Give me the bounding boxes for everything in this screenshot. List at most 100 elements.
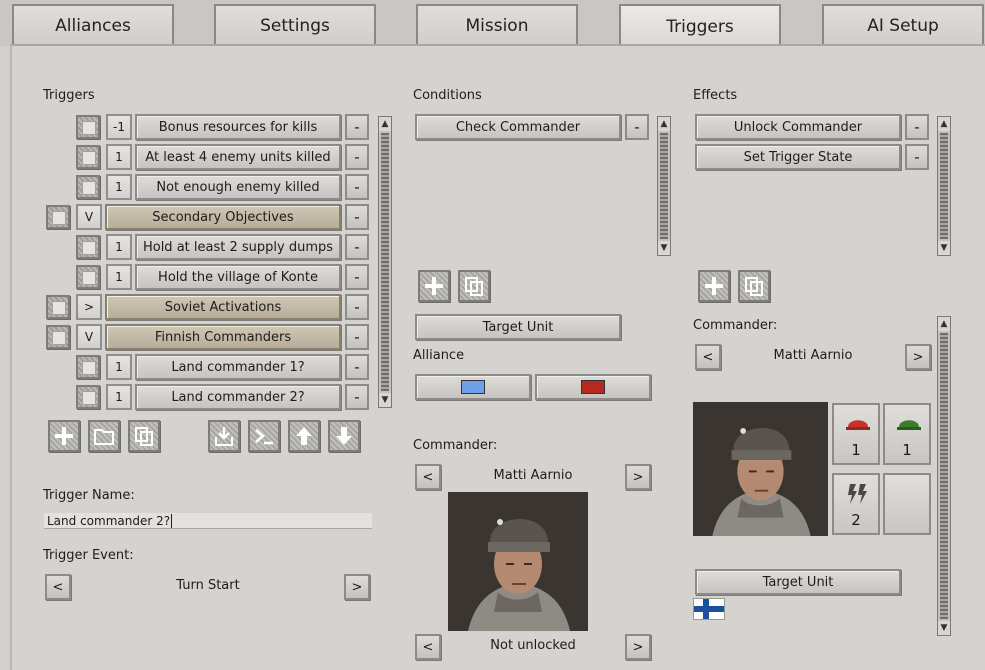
scrollbar-thumb[interactable] [940,333,948,619]
tab-ai-setup[interactable]: AI Setup [822,4,984,46]
remove-effect-button[interactable]: - [905,144,929,170]
scroll-up-icon[interactable]: ▲ [658,117,670,131]
remove-effect-button[interactable]: - [905,114,929,140]
add-trigger-button[interactable] [48,420,80,452]
condition-target-unit-button[interactable]: Target Unit [415,314,621,340]
trigger-item[interactable]: Hold at least 2 supply dumps [135,234,341,260]
condition-commander-name: Matti Aarnio [493,468,573,483]
move-up-button[interactable] [288,420,320,452]
folder-expand-button[interactable]: > [76,294,102,320]
remove-trigger-button[interactable]: - [345,354,369,380]
add-folder-button[interactable] [88,420,120,452]
trigger-item[interactable]: At least 4 enemy units killed [135,144,341,170]
remove-trigger-button[interactable]: - [345,174,369,200]
trigger-folder[interactable]: Finnish Commanders [105,324,341,350]
red-swatch [581,380,605,394]
trigger-toggle-checkbox[interactable] [76,115,100,139]
event-prev-button[interactable]: < [45,574,71,600]
unlock-status: Not unlocked [490,638,576,653]
trigger-toggle-checkbox[interactable] [76,235,100,259]
import-button[interactable] [208,420,240,452]
tab-alliances[interactable]: Alliances [12,4,174,46]
move-down-button[interactable] [328,420,360,452]
scrollbar-thumb[interactable] [940,133,948,239]
trigger-item[interactable]: Not enough enemy killed [135,174,341,200]
plus-icon [425,277,443,295]
trigger-list-scrollbar[interactable]: ▲ ▼ [378,116,392,408]
trigger-toggle-checkbox[interactable] [46,295,70,319]
remove-trigger-button[interactable]: - [345,114,369,140]
remove-trigger-button[interactable]: - [345,384,369,410]
trigger-item[interactable]: Bonus resources for kills [135,114,341,140]
trigger-toggle-checkbox[interactable] [76,355,100,379]
trigger-name-input[interactable]: Land commander 2? [44,513,372,529]
trigger-folder[interactable]: Secondary Objectives [105,204,341,230]
lightning-icon [848,484,867,504]
trigger-count: -1 [106,114,132,140]
conditions-scrollbar[interactable]: ▲ ▼ [657,116,671,256]
condition-item[interactable]: Check Commander [415,114,621,140]
trigger-toggle-checkbox[interactable] [76,385,100,409]
tab-settings[interactable]: Settings [214,4,376,46]
folder-expand-button[interactable]: V [76,324,102,350]
scroll-down-icon[interactable]: ▼ [379,393,391,407]
scroll-up-icon[interactable]: ▲ [938,317,950,331]
effect-commander-next-button[interactable]: > [905,344,931,370]
remove-trigger-button[interactable]: - [345,144,369,170]
effect-commander-portrait [693,402,828,536]
scroll-down-icon[interactable]: ▼ [938,241,950,255]
remove-condition-button[interactable]: - [625,114,649,140]
blue-swatch [461,380,485,394]
alliance-red-button[interactable] [535,374,651,400]
add-condition-button[interactable] [418,270,450,302]
remove-trigger-button[interactable]: - [345,294,369,320]
scroll-down-icon[interactable]: ▼ [938,621,950,635]
trigger-folder[interactable]: Soviet Activations [105,294,341,320]
alliance-label: Alliance [413,348,465,363]
scrollbar-thumb[interactable] [660,133,668,239]
trigger-toggle-checkbox[interactable] [46,325,70,349]
console-button[interactable] [248,420,280,452]
effect-item-unlock-commander[interactable]: Unlock Commander [695,114,901,140]
copy-effect-button[interactable] [738,270,770,302]
tab-triggers[interactable]: Triggers [619,4,781,48]
unlock-next-button[interactable]: > [625,634,651,660]
effect-target-unit-button[interactable]: Target Unit [695,569,901,595]
trigger-item[interactable]: Land commander 2? [135,384,341,410]
trigger-toggle-checkbox[interactable] [76,145,100,169]
effect-commander-label: Commander: [693,318,778,333]
remove-trigger-button[interactable]: - [345,264,369,290]
add-effect-button[interactable] [698,270,730,302]
scrollbar-thumb[interactable] [381,133,389,391]
trigger-toggle-checkbox[interactable] [76,265,100,289]
remove-trigger-button[interactable]: - [345,204,369,230]
condition-commander-prev-button[interactable]: < [415,464,441,490]
effect-item-set-trigger-state[interactable]: Set Trigger State [695,144,901,170]
condition-commander-next-button[interactable]: > [625,464,651,490]
copy-condition-button[interactable] [458,270,490,302]
folder-expand-button[interactable]: V [76,204,102,230]
duplicate-trigger-button[interactable] [128,420,160,452]
trigger-count: 1 [106,234,132,260]
scroll-up-icon[interactable]: ▲ [938,117,950,131]
effect-commander-prev-button[interactable]: < [695,344,721,370]
remove-trigger-button[interactable]: - [345,324,369,350]
alliance-blue-button[interactable] [415,374,531,400]
event-next-button[interactable]: > [344,574,370,600]
copy-icon [465,277,483,296]
terminal-icon [255,429,273,445]
copy-icon [135,427,153,446]
trigger-toggle-checkbox[interactable] [46,205,70,229]
scroll-up-icon[interactable]: ▲ [379,117,391,131]
unlock-prev-button[interactable]: < [415,634,441,660]
trigger-item[interactable]: Hold the village of Konte [135,264,341,290]
triggers-title: Triggers [43,88,95,103]
trigger-item[interactable]: Land commander 1? [135,354,341,380]
remove-trigger-button[interactable]: - [345,234,369,260]
effects-scrollbar[interactable]: ▲ ▼ [937,116,951,256]
effect-details-scrollbar[interactable]: ▲ ▼ [937,316,951,636]
lightning-count: 2 [851,511,861,529]
scroll-down-icon[interactable]: ▼ [658,241,670,255]
tab-mission[interactable]: Mission [416,4,578,46]
trigger-toggle-checkbox[interactable] [76,175,100,199]
